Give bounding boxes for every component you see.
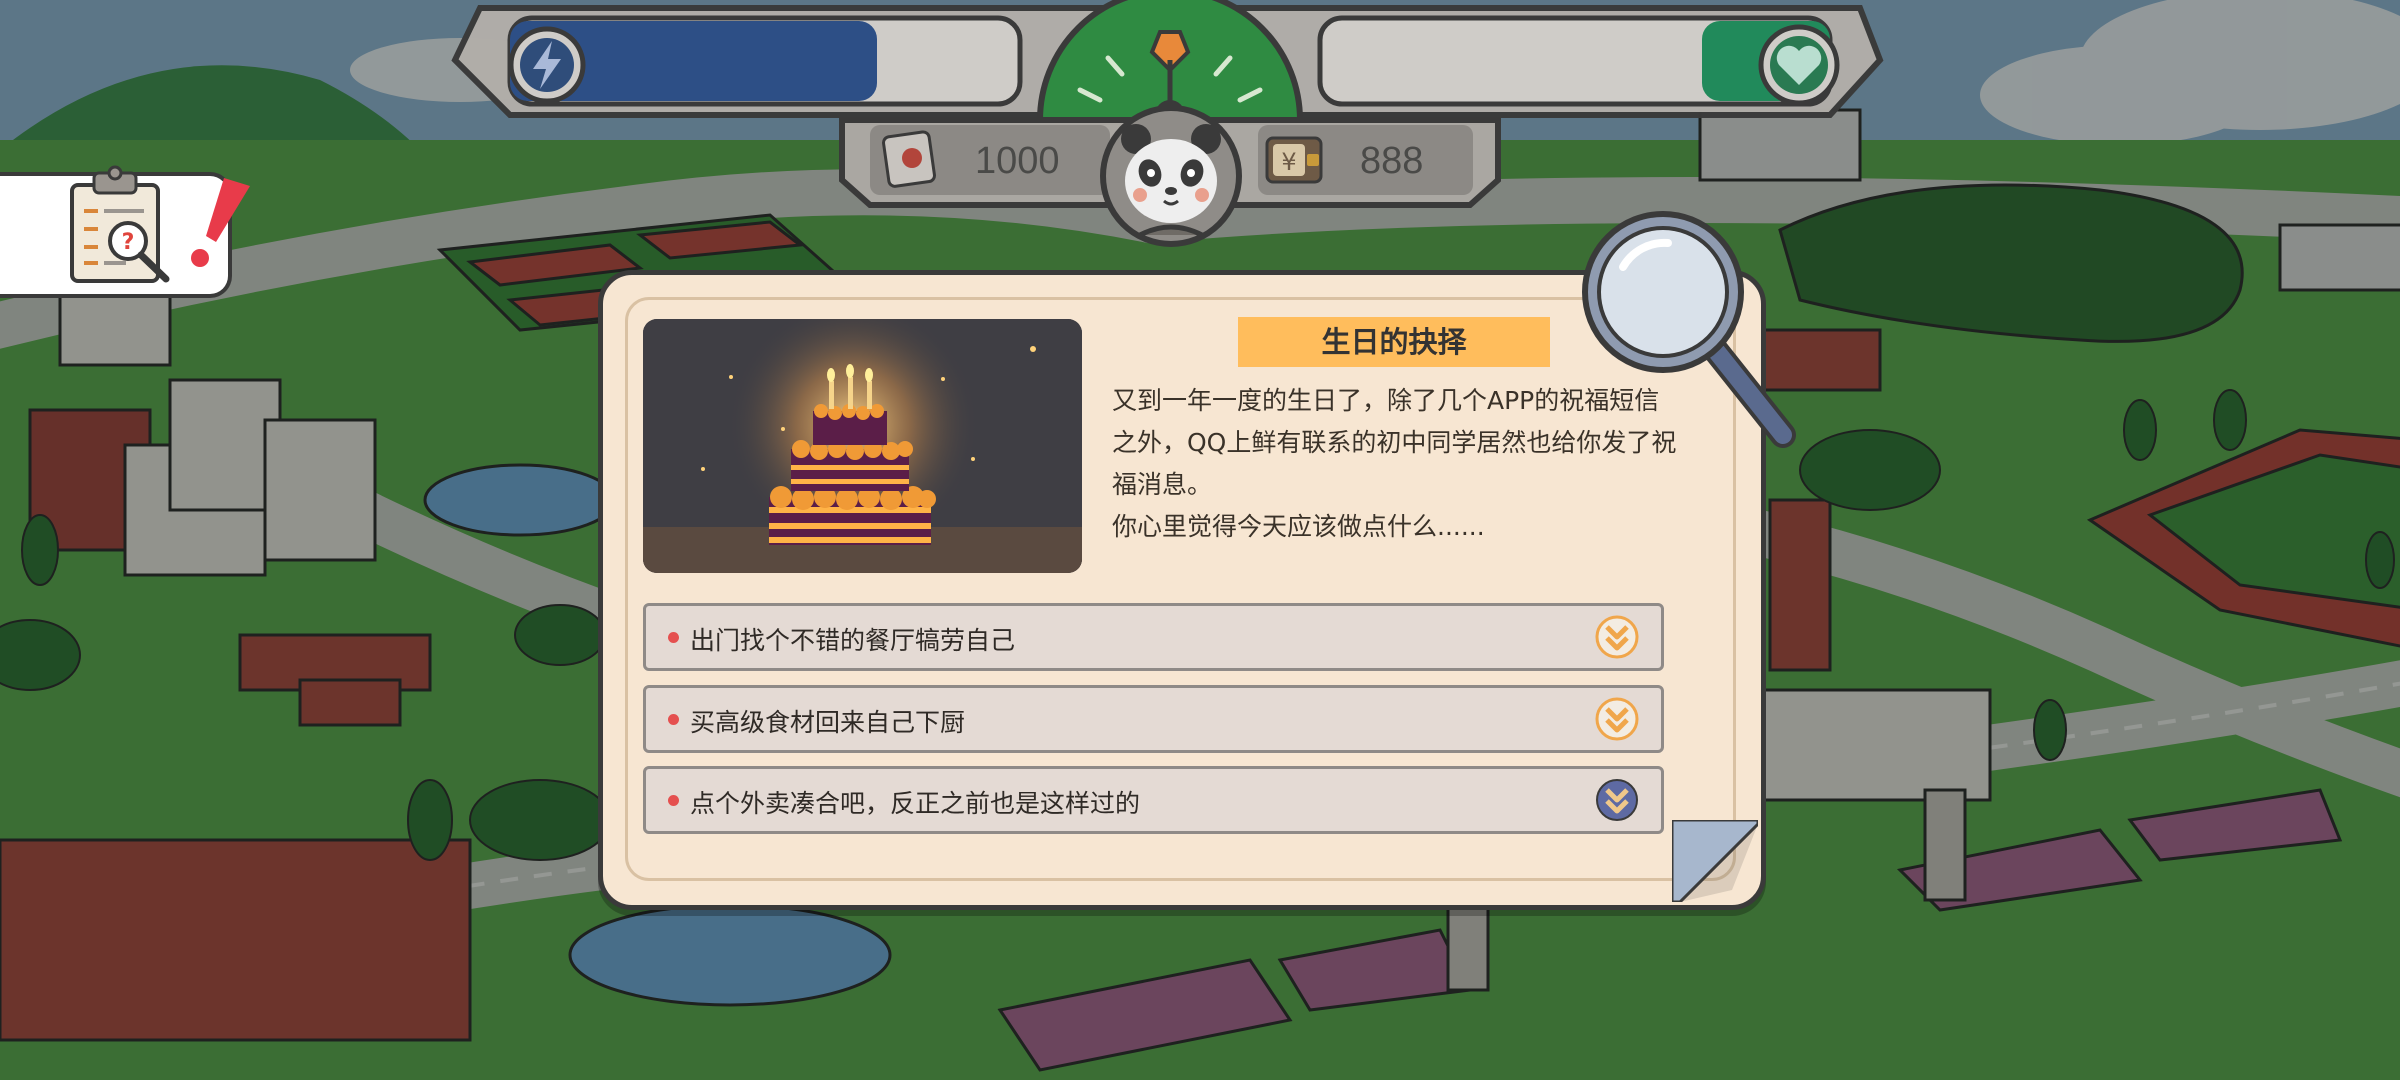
wallet-yen-icon: ¥ [1263, 132, 1325, 186]
birthday-cake-image [643, 319, 1082, 573]
choice-label: 点个外卖凑合吧，反正之前也是这样过的 [690, 789, 1141, 818]
bullet-dot [668, 795, 679, 806]
choice-label: 买高级食材回来自己下厨 [690, 708, 966, 737]
clipboard-question-icon[interactable]: ? [66, 163, 176, 288]
svg-text:¥: ¥ [1281, 148, 1296, 176]
bullet-dot [668, 714, 679, 725]
money-value: 888 [1360, 140, 1424, 182]
double-chevron-down-icon[interactable] [1595, 697, 1639, 741]
choice-option-1[interactable]: 出门找个不错的餐厅犒劳自己 [643, 603, 1664, 671]
double-chevron-down-icon[interactable] [1595, 615, 1639, 659]
exclamation-icon [180, 170, 260, 270]
description-line: 福消息。 [1112, 470, 1213, 499]
points-value: 1000 [975, 140, 1060, 182]
page-curl-corner [1670, 818, 1760, 904]
magnifier-icon [1578, 207, 1808, 452]
energy-bar [510, 18, 1020, 104]
event-title: 生日的抉择 [1238, 317, 1550, 367]
choice-option-2[interactable]: 买高级食材回来自己下厨 [643, 685, 1664, 753]
choice-label: 出门找个不错的餐厅犒劳自己 [690, 626, 1016, 655]
panda-avatar[interactable] [1098, 103, 1244, 249]
bullet-dot [668, 632, 679, 643]
scroll-icon [880, 128, 940, 190]
description-line: 你心里觉得今天应该做点什么...... [1112, 512, 1485, 541]
choice-option-3[interactable]: 点个外卖凑合吧，反正之前也是这样过的 [643, 766, 1664, 834]
svg-text:?: ? [122, 230, 135, 255]
double-chevron-down-icon[interactable] [1595, 778, 1639, 822]
health-bar [1320, 18, 1830, 104]
